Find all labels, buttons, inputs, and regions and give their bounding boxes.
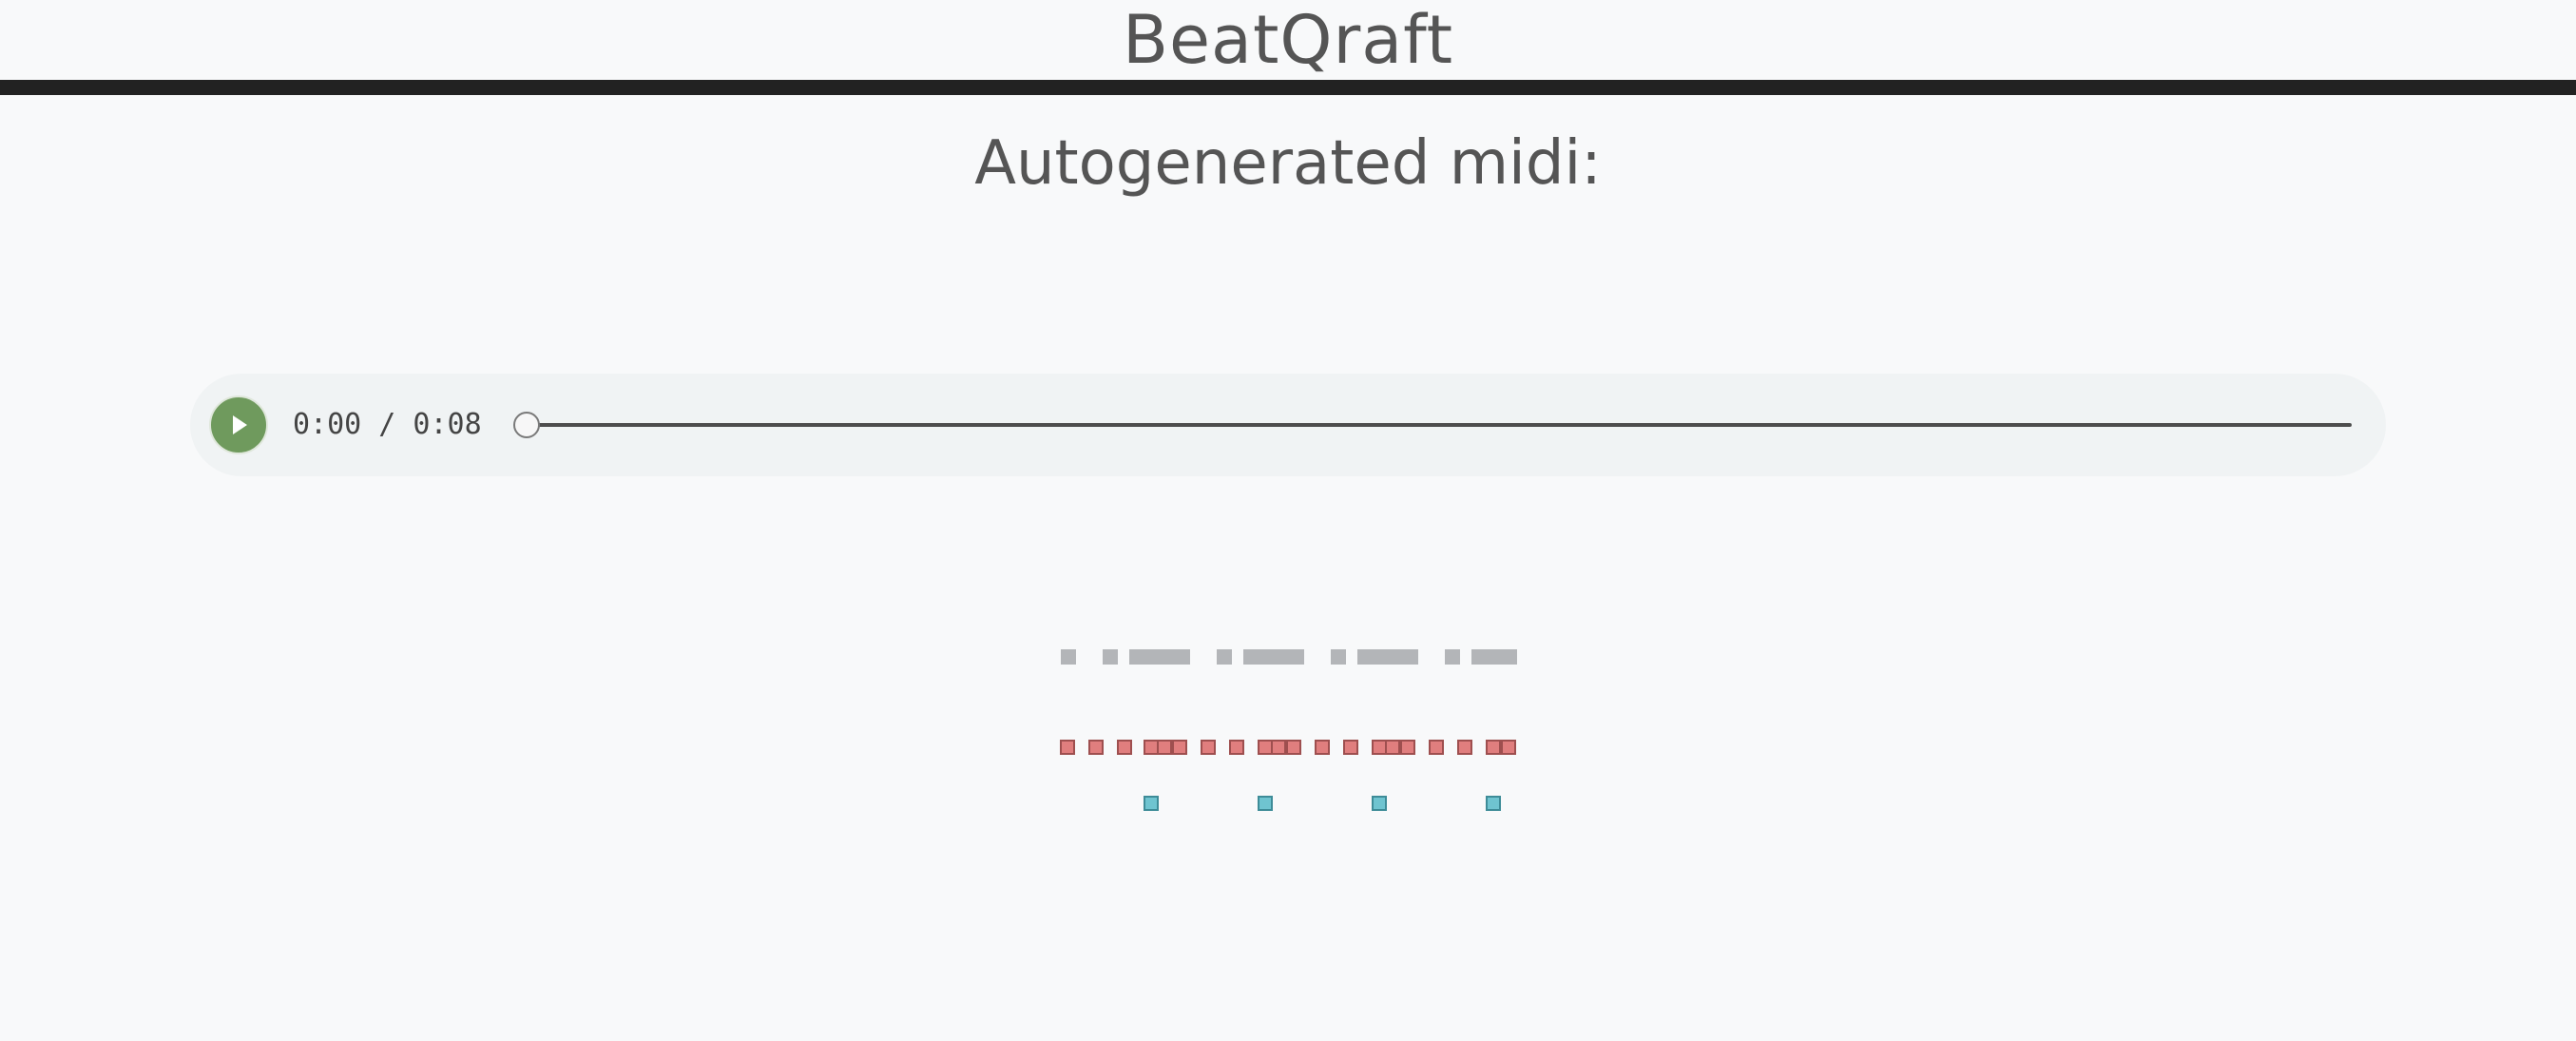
note (1258, 796, 1273, 811)
note (1357, 649, 1373, 665)
note (1259, 649, 1274, 665)
note (1061, 649, 1076, 665)
note (1373, 649, 1388, 665)
midi-visualizer (1060, 649, 1517, 811)
note (1157, 740, 1172, 755)
note (1172, 740, 1187, 755)
note (1457, 740, 1472, 755)
app-header: BeatQraft (0, 0, 2576, 80)
note (1274, 649, 1289, 665)
note (1144, 740, 1159, 755)
note (1286, 740, 1301, 755)
note (1343, 740, 1358, 755)
note (1315, 740, 1330, 755)
note (1117, 740, 1132, 755)
note (1160, 649, 1175, 665)
note (1271, 740, 1286, 755)
play-button[interactable] (209, 395, 268, 454)
note (1471, 649, 1487, 665)
note (1486, 796, 1501, 811)
note (1217, 649, 1232, 665)
note (1144, 649, 1160, 665)
note (1144, 796, 1159, 811)
note (1103, 649, 1118, 665)
time-readout: 0:00 / 0:08 (293, 408, 482, 441)
note (1388, 649, 1403, 665)
seek-track[interactable] (525, 423, 2352, 427)
note (1372, 796, 1387, 811)
app-title: BeatQraft (1122, 1, 1454, 79)
note (1445, 649, 1460, 665)
page-heading: Autogenerated midi: (974, 128, 1602, 199)
note (1229, 740, 1244, 755)
note (1400, 740, 1415, 755)
note (1331, 649, 1346, 665)
play-icon (233, 415, 247, 434)
note (1060, 740, 1075, 755)
note (1486, 740, 1501, 755)
note (1403, 649, 1418, 665)
note (1429, 740, 1444, 755)
note (1243, 649, 1259, 665)
note (1088, 740, 1104, 755)
note-row-red (1060, 740, 1516, 755)
note (1372, 740, 1387, 755)
note-row-teal (1144, 796, 1501, 811)
note (1201, 740, 1216, 755)
note (1501, 740, 1516, 755)
note-row-gray (1061, 649, 1517, 665)
note (1175, 649, 1190, 665)
note (1502, 649, 1517, 665)
header-divider (0, 80, 2576, 95)
note (1289, 649, 1304, 665)
midi-player: 0:00 / 0:08 (190, 374, 2386, 476)
seek-thumb[interactable] (513, 412, 540, 438)
note (1487, 649, 1502, 665)
note (1385, 740, 1400, 755)
note (1258, 740, 1273, 755)
note (1129, 649, 1144, 665)
